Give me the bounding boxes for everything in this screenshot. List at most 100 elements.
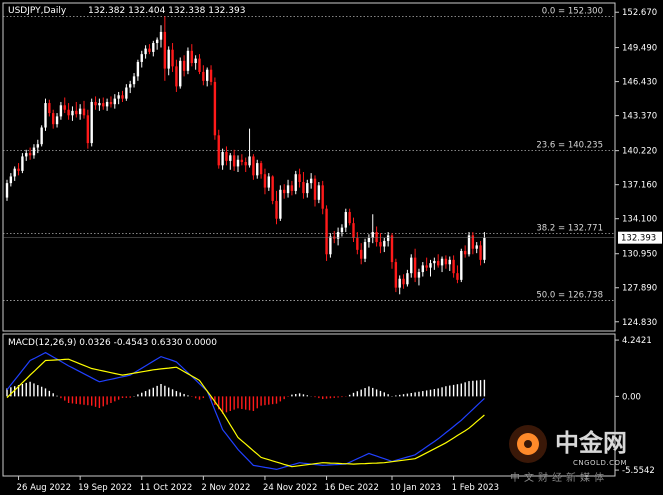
candle-body bbox=[13, 168, 16, 177]
candle-body bbox=[25, 153, 28, 157]
candle-body bbox=[117, 95, 120, 99]
candle bbox=[86, 109, 90, 149]
candle-body bbox=[375, 232, 378, 243]
candle-body bbox=[329, 236, 332, 255]
candle bbox=[325, 205, 328, 261]
candle-body bbox=[236, 159, 240, 167]
candle-body bbox=[410, 257, 413, 274]
candle bbox=[179, 57, 182, 89]
candle-body bbox=[402, 278, 405, 285]
candle-body bbox=[202, 71, 205, 81]
candle-body bbox=[356, 237, 359, 250]
candle-body bbox=[40, 127, 43, 145]
candle-body bbox=[460, 250, 463, 280]
candle-body bbox=[294, 174, 297, 191]
candle-body bbox=[421, 265, 424, 273]
candle-body bbox=[275, 200, 278, 219]
candle bbox=[44, 98, 47, 131]
price-axis-label: 130.950 bbox=[622, 250, 657, 260]
candle-body bbox=[452, 259, 455, 274]
candle-body bbox=[429, 263, 432, 268]
candle-body bbox=[179, 60, 182, 87]
candle-body bbox=[394, 262, 398, 288]
candle-body bbox=[67, 109, 70, 116]
candle-body bbox=[94, 101, 97, 106]
time-axis-label: 19 Sep 2022 bbox=[78, 483, 132, 493]
macd-axis-label: 0.00 bbox=[622, 392, 641, 402]
last-price-label: 132.393 bbox=[621, 234, 656, 244]
candle-body bbox=[129, 84, 132, 88]
candle-body bbox=[167, 49, 170, 69]
candle-body bbox=[309, 178, 313, 184]
candle bbox=[90, 98, 93, 147]
candle-body bbox=[271, 176, 274, 201]
candle-body bbox=[367, 237, 371, 243]
candle-body bbox=[383, 240, 386, 247]
candle-body bbox=[109, 101, 113, 105]
candle-body bbox=[48, 103, 51, 114]
candle-body bbox=[186, 50, 190, 71]
candle-body bbox=[433, 260, 436, 264]
candle bbox=[467, 232, 471, 257]
candle-body bbox=[321, 185, 324, 209]
candle bbox=[363, 238, 367, 263]
candle-body bbox=[352, 223, 355, 238]
candle-body bbox=[44, 103, 47, 128]
candle-body bbox=[102, 103, 105, 107]
candle-body bbox=[467, 235, 471, 255]
candle-body bbox=[144, 48, 147, 55]
candle-body bbox=[263, 174, 267, 188]
candle-body bbox=[340, 227, 344, 233]
candle-body bbox=[213, 81, 217, 136]
watermark-url: CNGOLD.COM bbox=[573, 459, 627, 467]
candle-body bbox=[398, 278, 401, 288]
candle-body bbox=[413, 257, 417, 278]
time-axis-label: 26 Aug 2022 bbox=[17, 483, 71, 493]
candle-body bbox=[105, 101, 109, 107]
candle-body bbox=[232, 155, 236, 167]
candle-body bbox=[182, 60, 186, 71]
candle bbox=[294, 170, 297, 195]
candle-body bbox=[279, 189, 282, 219]
fib-level-label: 50.0 = 126.738 bbox=[536, 291, 603, 301]
candle-body bbox=[198, 58, 201, 72]
ohlc-label: 132.382 132.404 132.338 132.393 bbox=[88, 6, 245, 16]
time-axis-label: 2 Nov 2022 bbox=[201, 483, 250, 493]
candle-body bbox=[471, 235, 475, 249]
candle-body bbox=[86, 115, 90, 144]
time-axis: 26 Aug 2022 19 Sep 2022 11 Oct 2022 2 Nov 2… bbox=[17, 476, 499, 493]
candle-body bbox=[52, 113, 55, 125]
candle-body bbox=[209, 69, 213, 82]
fib-level-label: 23.6 = 140.235 bbox=[536, 140, 603, 150]
price-panel: 0.0 = 152.300 23.6 = 140.235 38.2 = 132.77… bbox=[2, 2, 616, 332]
candle bbox=[40, 125, 43, 147]
candle-body bbox=[152, 43, 155, 52]
candle-body bbox=[317, 185, 321, 200]
candle-body bbox=[456, 273, 459, 280]
price-axis-label: 146.430 bbox=[622, 78, 657, 88]
candle-body bbox=[298, 174, 301, 183]
price-axis-label: 152.670 bbox=[622, 8, 657, 18]
price-axis-label: 134.100 bbox=[622, 215, 657, 225]
macd-label: MACD(12,26,9) 0.0326 -0.4543 0.6330 0.00… bbox=[8, 338, 217, 348]
candle bbox=[217, 129, 220, 169]
candle-body bbox=[98, 103, 101, 106]
time-axis-label: 16 Dec 2022 bbox=[325, 483, 379, 493]
candle-body bbox=[363, 242, 367, 259]
candle-body bbox=[286, 185, 290, 194]
candle-body bbox=[344, 212, 347, 228]
price-panel-frame bbox=[2, 2, 616, 332]
macd-axis-label: -5.5542 bbox=[622, 466, 655, 476]
candle-body bbox=[59, 105, 63, 117]
candle-body bbox=[82, 108, 86, 116]
fib-level-label: 38.2 = 132.771 bbox=[536, 223, 603, 233]
candle-body bbox=[306, 183, 309, 194]
time-axis-label: 24 Nov 2022 bbox=[263, 483, 317, 493]
candle-body bbox=[171, 49, 174, 67]
macd-panel: 中金网 CNGOLD.COM 中文财经新媒体 MACD(12,26,9) 0.0… bbox=[2, 333, 627, 484]
candle-body bbox=[483, 237, 486, 260]
candle-body bbox=[17, 168, 20, 171]
candle-body bbox=[194, 58, 197, 64]
fib-level-label: 0.0 = 152.300 bbox=[542, 6, 603, 16]
candle-body bbox=[371, 232, 374, 238]
